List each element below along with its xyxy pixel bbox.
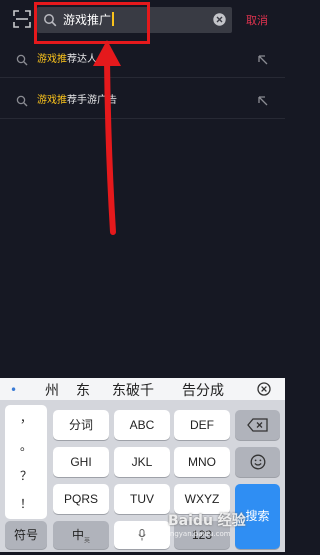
candidate-item[interactable]: 东破千 [112,380,154,400]
backspace-icon [246,418,268,432]
arrow-up-left-icon[interactable] [257,95,269,107]
close-circle-icon[interactable] [257,382,271,396]
cancel-button[interactable]: 取消 [246,12,268,28]
key-def[interactable]: DEF [174,410,230,440]
search-icon [16,54,28,66]
emoji-icon [250,454,265,470]
candidate-item[interactable]: 告分成 [182,380,224,400]
key-tuv[interactable]: TUV [114,484,170,514]
search-icon [16,95,28,107]
candidate-dot-icon: • [10,383,18,397]
suggestion-item[interactable]: 游戏推荐手游广告 [0,86,285,119]
symbols-key[interactable]: 符号 [5,521,47,549]
key-mno[interactable]: MNO [174,447,230,477]
punctuation-key[interactable]: ， [5,409,47,426]
punctuation-key[interactable]: ？ [5,467,47,484]
key-abc[interactable]: ABC [114,410,170,440]
backspace-button[interactable] [235,410,280,440]
language-key[interactable]: 中英 [53,521,109,549]
emoji-button[interactable] [235,447,280,477]
watermark-url: jingyan.baidu.com [166,530,231,538]
clear-icon[interactable] [213,13,226,26]
candidate-bar: • 州 东 东破千 告分成 [0,378,285,400]
punctuation-key[interactable]: 。 [5,437,47,454]
key-ghi[interactable]: GHI [53,447,109,477]
suggestion-text: 游戏推荐手游广告 [37,95,117,106]
annotation-highlight-box [34,2,150,44]
punctuation-key[interactable]: ！ [5,495,47,512]
watermark: Baidu 经验 [168,513,246,529]
candidate-item[interactable]: 州 [45,380,59,400]
key-pqrs[interactable]: PQRS [53,484,109,514]
punctuation-column: ， 。 ？ ！ [5,405,47,519]
scan-icon[interactable] [13,10,31,28]
candidate-item[interactable]: 东 [76,380,90,400]
language-sub-label: 英 [84,538,91,545]
key-jkl[interactable]: JKL [114,447,170,477]
suggestion-text: 游戏推荐达人 [37,54,97,65]
space-key[interactable] [114,521,170,549]
language-label: 中 [71,528,84,542]
arrow-up-left-icon[interactable] [257,54,269,66]
mic-icon [138,529,146,541]
search-screen: 游戏推广 取消 游戏推荐达人 游戏推荐手游广告 [0,0,285,378]
key-fenci[interactable]: 分词 [53,410,109,440]
suggestion-item[interactable]: 游戏推荐达人 [0,45,285,78]
